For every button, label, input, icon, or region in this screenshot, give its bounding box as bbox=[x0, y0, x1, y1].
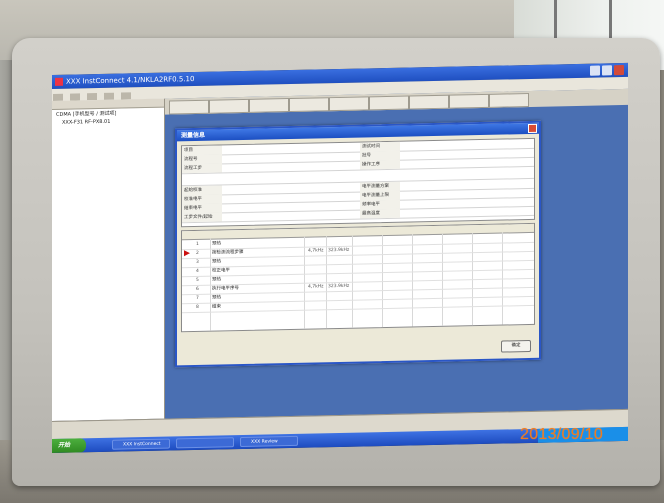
tab[interactable] bbox=[289, 97, 329, 113]
tab[interactable] bbox=[449, 93, 489, 109]
tab[interactable] bbox=[489, 93, 529, 108]
step-value: 323.9kHz bbox=[328, 247, 350, 254]
step-number: 2 bbox=[196, 250, 199, 256]
step-name: 预热 bbox=[212, 295, 221, 301]
tree-pane: CDMA [手机型号 / 测试项] XXX-F31 RF-PX8.01 bbox=[52, 98, 165, 421]
measurement-dialog: 测量信息 项目 测试时间 流程号 批号 流程工步 操作工序 起始校准 电平测量方… bbox=[175, 120, 541, 368]
tab[interactable] bbox=[329, 96, 369, 112]
step-number: 7 bbox=[196, 295, 199, 301]
app-title: XXX InstConnect 4.1/NKLA2RF0.5.10 bbox=[66, 75, 195, 86]
app-icon bbox=[55, 77, 63, 86]
taskbar-item[interactable]: XXX Review bbox=[240, 435, 298, 448]
step-name: 预热 bbox=[212, 241, 221, 247]
maximize-button[interactable] bbox=[602, 65, 612, 76]
step-value: 4,7kHz bbox=[308, 284, 324, 290]
step-number: 1 bbox=[196, 241, 199, 247]
step-value: 323.9kHz bbox=[328, 283, 350, 290]
tree-item[interactable]: XXX-F31 RF-PX8.01 bbox=[52, 117, 164, 127]
steps-table: 1 预热 2 按检测流程步骤 4,7kHz 323.9kHz 3 预热 4 校正… bbox=[181, 222, 535, 333]
window-controls bbox=[590, 65, 624, 76]
taskbar-item[interactable] bbox=[176, 437, 234, 449]
step-number: 6 bbox=[196, 286, 199, 292]
current-step-arrow-icon bbox=[184, 250, 190, 257]
step-number: 5 bbox=[196, 277, 199, 283]
minimize-button[interactable] bbox=[590, 65, 600, 76]
work-area: 测量信息 项目 测试时间 流程号 批号 流程工步 操作工序 起始校准 电平测量方… bbox=[165, 88, 628, 419]
laptop-screen: XXX InstConnect 4.1/NKLA2RF0.5.10 CDMA [… bbox=[52, 62, 628, 454]
close-button[interactable] bbox=[614, 65, 624, 76]
tab[interactable] bbox=[209, 98, 249, 114]
step-name: 预热 bbox=[212, 277, 221, 283]
tab[interactable] bbox=[409, 94, 449, 110]
tab[interactable] bbox=[169, 99, 209, 115]
step-number: 4 bbox=[196, 268, 199, 274]
step-number: 8 bbox=[196, 304, 199, 310]
step-value: 4,7kHz bbox=[308, 248, 324, 254]
info-label: 工步文件/起始 bbox=[182, 212, 222, 223]
tab[interactable] bbox=[369, 95, 409, 111]
info-grid: 项目 测试时间 流程号 批号 流程工步 操作工序 起始校准 电平测量方案 校准电… bbox=[181, 137, 535, 228]
tab[interactable] bbox=[249, 98, 289, 113]
ok-button[interactable]: 确定 bbox=[501, 339, 531, 353]
info-label: 最高温度 bbox=[360, 208, 400, 219]
step-name: 校正电平 bbox=[212, 268, 230, 274]
taskbar-item[interactable]: XXX InstConnect bbox=[112, 438, 170, 450]
dialog-close-button[interactable] bbox=[528, 123, 537, 134]
step-name: 预热 bbox=[212, 259, 221, 265]
step-number: 3 bbox=[196, 259, 199, 265]
photo-timestamp: 2013/09/10 bbox=[520, 426, 604, 443]
start-button[interactable]: 开始 bbox=[52, 438, 86, 453]
step-name: 结束 bbox=[212, 304, 221, 310]
